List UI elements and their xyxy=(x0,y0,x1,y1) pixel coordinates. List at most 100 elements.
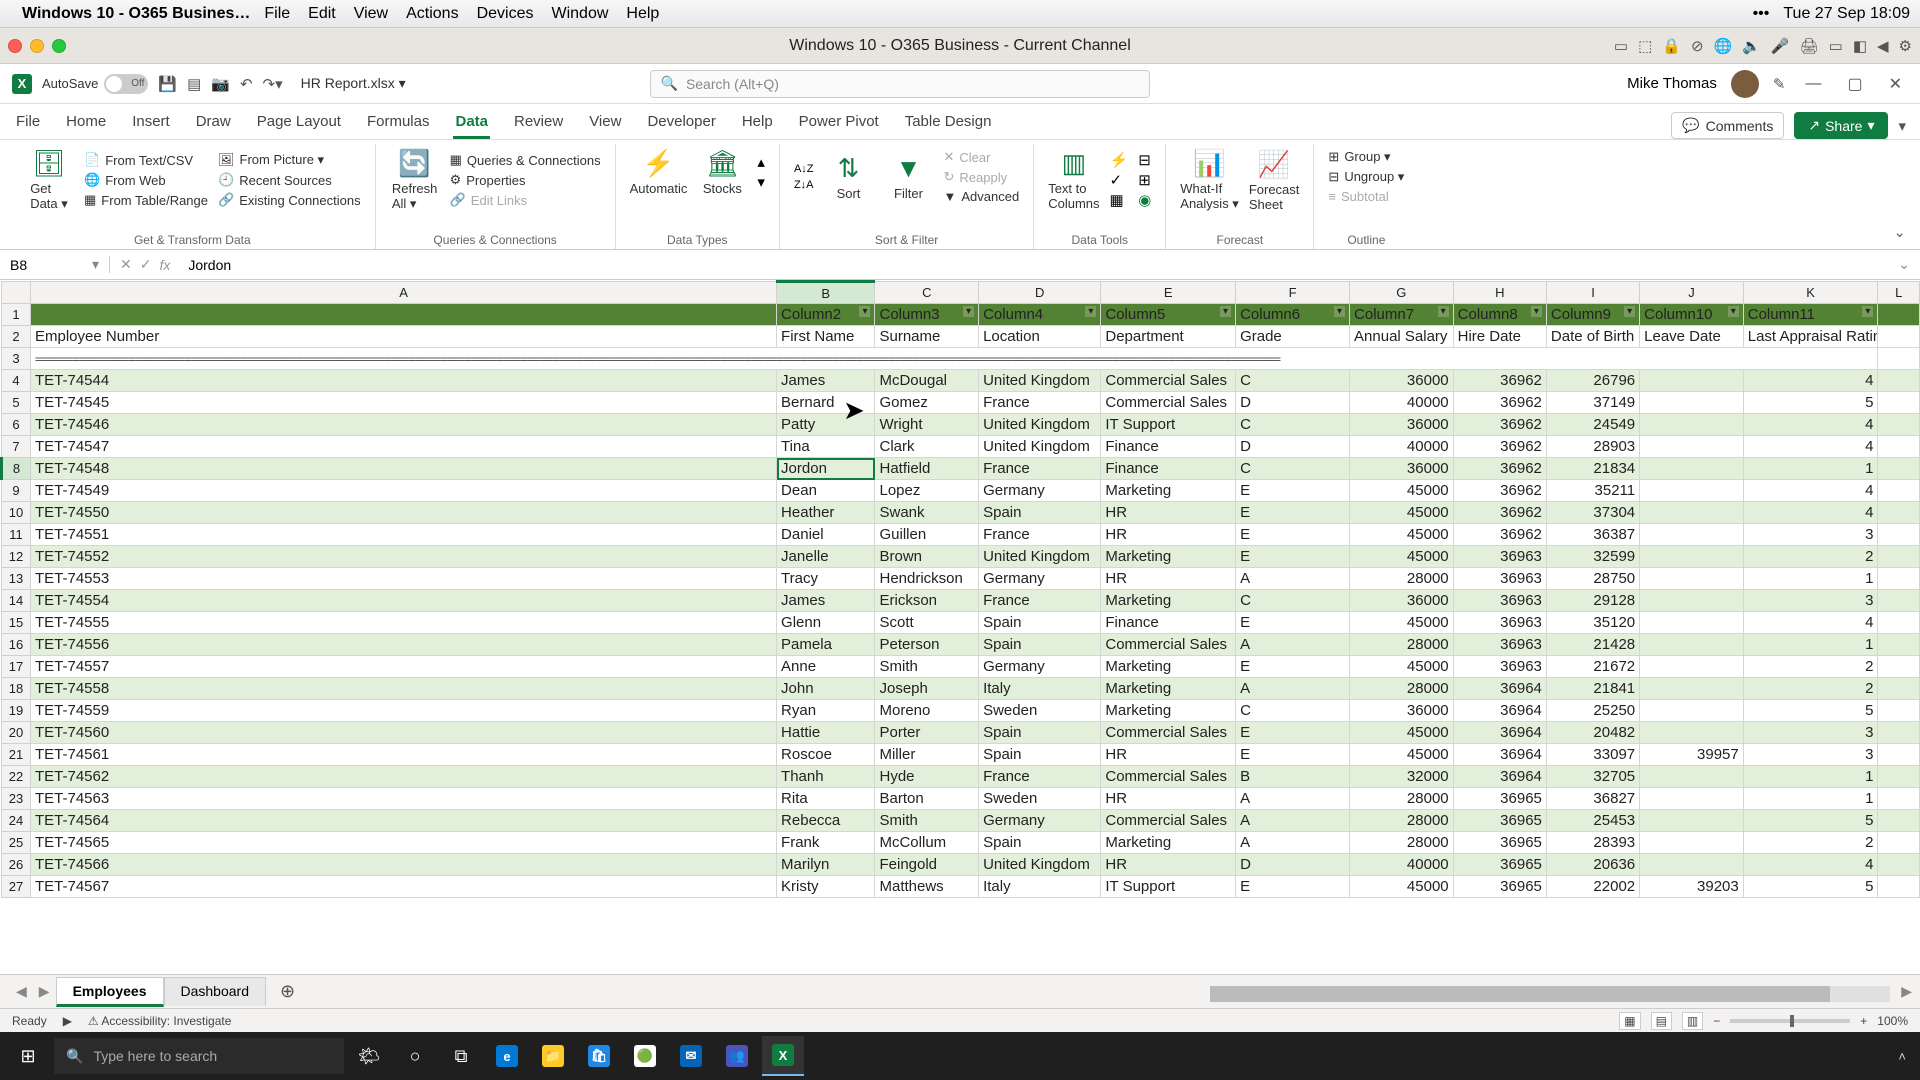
col-header-K[interactable]: K xyxy=(1743,282,1878,304)
cell[interactable]: Clark xyxy=(875,436,979,458)
cell[interactable]: 2 xyxy=(1743,656,1878,678)
cell[interactable]: 28000 xyxy=(1350,788,1454,810)
tab-tabledesign[interactable]: Table Design xyxy=(903,107,994,139)
col-header-E[interactable]: E xyxy=(1101,282,1236,304)
cell[interactable]: D xyxy=(1236,854,1350,876)
menu-devices[interactable]: Devices xyxy=(477,5,534,23)
cell[interactable]: Commercial Sales xyxy=(1101,634,1236,656)
row-header[interactable]: 13 xyxy=(2,568,31,590)
fx-icon[interactable]: fx xyxy=(159,257,170,273)
table-header[interactable]: Column2▾ xyxy=(777,304,875,326)
cell[interactable]: John xyxy=(777,678,875,700)
tab-help[interactable]: Help xyxy=(740,107,775,139)
row-header[interactable]: 14 xyxy=(2,590,31,612)
cell[interactable] xyxy=(1878,634,1920,656)
tab-view[interactable]: View xyxy=(587,107,623,139)
row-header[interactable]: 27 xyxy=(2,876,31,898)
existing-conn[interactable]: 🔗 Existing Connections xyxy=(218,191,361,209)
cell[interactable]: Brown xyxy=(875,546,979,568)
cell[interactable]: Smith xyxy=(875,656,979,678)
cell[interactable]: TET-74564 xyxy=(31,810,777,832)
row-header[interactable]: 22 xyxy=(2,766,31,788)
cell[interactable] xyxy=(1640,656,1744,678)
cell[interactable] xyxy=(1878,832,1920,854)
col-header-A[interactable]: A xyxy=(31,282,777,304)
cell[interactable]: France xyxy=(979,590,1101,612)
cell[interactable]: 45000 xyxy=(1350,656,1454,678)
cell[interactable]: 39957 xyxy=(1640,744,1744,766)
cell[interactable]: 28000 xyxy=(1350,678,1454,700)
cell[interactable]: France xyxy=(979,524,1101,546)
cell[interactable]: E xyxy=(1236,876,1350,898)
refresh-all-button[interactable]: 🔄Refresh All ▾ xyxy=(390,148,440,212)
cortana-icon[interactable]: ○ xyxy=(394,1036,436,1076)
cancel-icon[interactable]: ✕ xyxy=(120,256,132,273)
teams-icon[interactable]: 👥 xyxy=(716,1036,758,1076)
tab-pagelayout[interactable]: Page Layout xyxy=(255,107,343,139)
cell[interactable]: A xyxy=(1236,634,1350,656)
worksheet-grid[interactable]: ABCDEFGHIJKL1Column2▾Column3▾Column4▾Col… xyxy=(0,280,1920,974)
cell[interactable]: TET-74559 xyxy=(31,700,777,722)
col-header-G[interactable]: G xyxy=(1350,282,1454,304)
cell[interactable]: Daniel xyxy=(777,524,875,546)
col-header-L[interactable]: L xyxy=(1878,282,1920,304)
row-header[interactable]: 20 xyxy=(2,722,31,744)
cell[interactable]: 36000 xyxy=(1350,458,1454,480)
tool-icon[interactable]: ▦ xyxy=(1110,191,1129,209)
cell[interactable]: E xyxy=(1236,656,1350,678)
cell[interactable]: Joseph xyxy=(875,678,979,700)
close-icon[interactable] xyxy=(8,39,22,53)
cell[interactable]: 45000 xyxy=(1350,612,1454,634)
expand-formula-icon[interactable]: ⌄ xyxy=(1888,256,1920,273)
cell[interactable] xyxy=(1640,678,1744,700)
cell[interactable]: Surname xyxy=(875,326,979,348)
menu-edit[interactable]: Edit xyxy=(308,5,336,23)
cell[interactable]: 36962 xyxy=(1453,414,1546,436)
cell[interactable] xyxy=(1640,392,1744,414)
cell[interactable]: A xyxy=(1236,832,1350,854)
table-header[interactable] xyxy=(1878,304,1920,326)
cell[interactable]: C xyxy=(1236,700,1350,722)
row-header[interactable]: 6 xyxy=(2,414,31,436)
cell[interactable]: Rebecca xyxy=(777,810,875,832)
tab-draw[interactable]: Draw xyxy=(194,107,233,139)
tray-chevron-icon[interactable]: ˄ xyxy=(1898,1049,1906,1064)
cell[interactable]: 28750 xyxy=(1546,568,1639,590)
tool-icon[interactable]: ◉ xyxy=(1138,191,1151,209)
row-header[interactable]: 18 xyxy=(2,678,31,700)
cell[interactable]: 22002 xyxy=(1546,876,1639,898)
cell[interactable]: C xyxy=(1236,590,1350,612)
sheet-nav-prev[interactable]: ◀ xyxy=(10,983,33,1000)
cell[interactable] xyxy=(1878,876,1920,898)
cell[interactable]: Marketing xyxy=(1101,678,1236,700)
advanced-filter[interactable]: ▼ Advanced xyxy=(944,188,1020,205)
from-picture[interactable]: 🖼 From Picture ▾ xyxy=(218,151,361,169)
undo-icon[interactable]: ↶ xyxy=(240,75,253,93)
cell[interactable]: 36965 xyxy=(1453,854,1546,876)
cell[interactable]: France xyxy=(979,392,1101,414)
cell[interactable]: 45000 xyxy=(1350,722,1454,744)
tab-insert[interactable]: Insert xyxy=(130,107,172,139)
filter-button[interactable]: ▼Filter xyxy=(884,153,934,201)
cell[interactable]: 21672 xyxy=(1546,656,1639,678)
col-header-I[interactable]: I xyxy=(1546,282,1639,304)
cell[interactable]: Anne xyxy=(777,656,875,678)
col-header-J[interactable]: J xyxy=(1640,282,1744,304)
cell[interactable]: 5 xyxy=(1743,700,1878,722)
row-header[interactable]: 1 xyxy=(2,304,31,326)
cell[interactable]: HR xyxy=(1101,788,1236,810)
cell[interactable]: 36965 xyxy=(1453,810,1546,832)
cell[interactable]: Germany xyxy=(979,810,1101,832)
cell[interactable]: United Kingdom xyxy=(979,414,1101,436)
cell[interactable]: 36962 xyxy=(1453,480,1546,502)
cell[interactable]: Barton xyxy=(875,788,979,810)
cell[interactable]: Hendrickson xyxy=(875,568,979,590)
cell[interactable]: Department xyxy=(1101,326,1236,348)
mail-icon[interactable]: ✉ xyxy=(670,1036,712,1076)
cell[interactable]: 36964 xyxy=(1453,744,1546,766)
cell[interactable]: 39203 xyxy=(1640,876,1744,898)
usb-icon[interactable]: ◧ xyxy=(1853,37,1867,55)
cell[interactable]: 36963 xyxy=(1453,656,1546,678)
row-header[interactable]: 8 xyxy=(2,458,31,480)
cell[interactable]: IT Support xyxy=(1101,414,1236,436)
